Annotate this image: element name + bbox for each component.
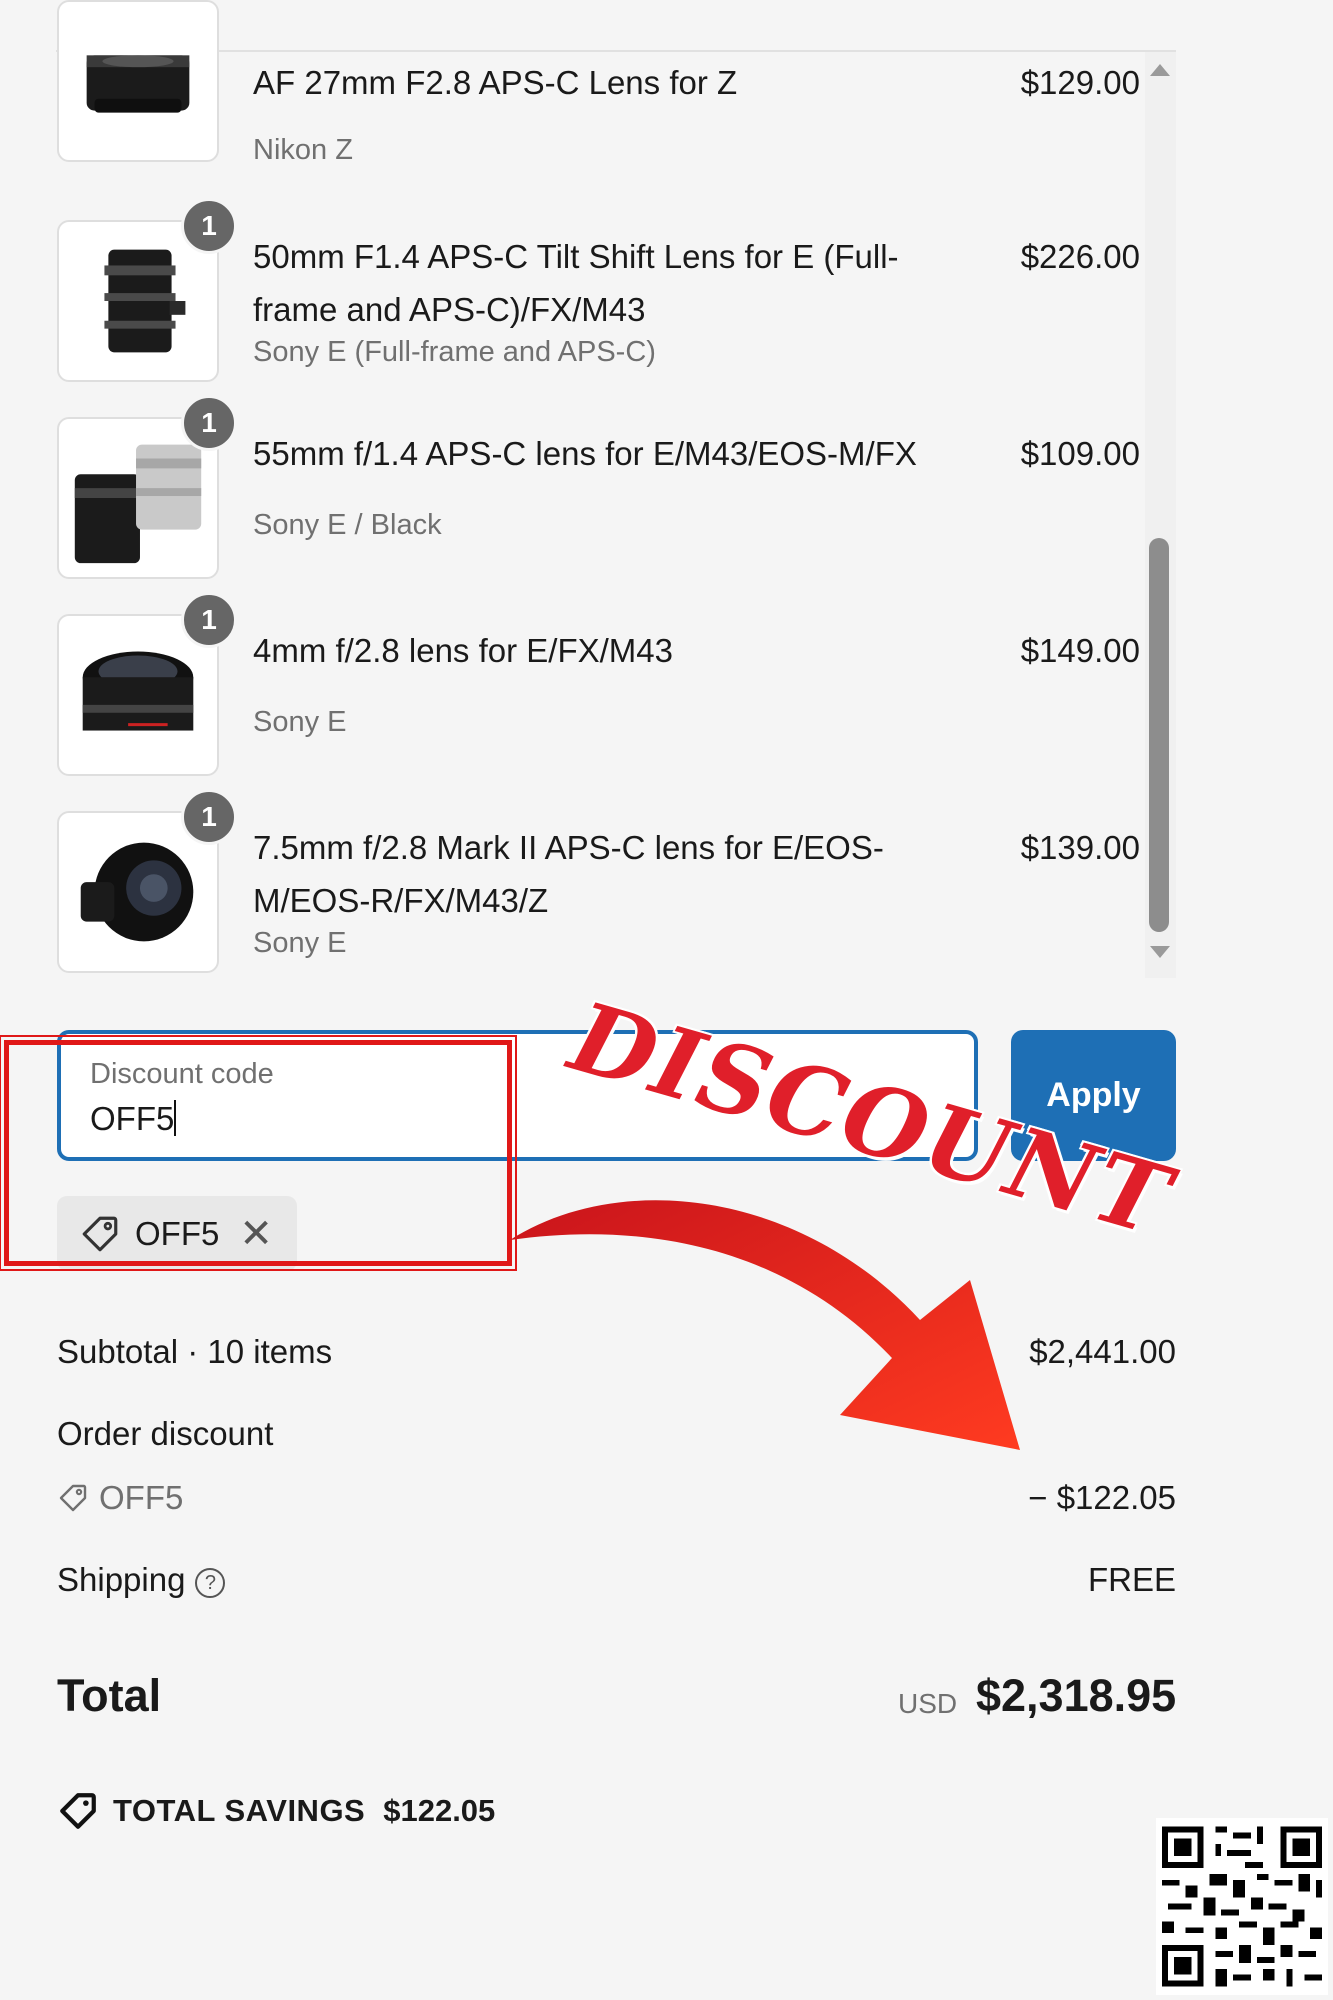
list-item: 1 4mm f/2.8 lens for E/FX/M43 Sony E $14… — [0, 592, 1176, 794]
item-variant: Sony E — [253, 927, 347, 959]
total-amount: $2,318.95 — [976, 1670, 1177, 1721]
scrollbar-thumb[interactable] — [1149, 538, 1169, 932]
shipping-label: Shipping — [57, 1561, 186, 1598]
list-item: 1 7.5mm f/2.8 Mark II APS-C lens for E/E… — [0, 789, 1176, 978]
shipping-row: Shipping? FREE — [57, 1561, 1176, 1599]
item-price: $109.00 — [1020, 435, 1140, 472]
subtotal-value: $2,441.00 — [1029, 1333, 1176, 1370]
order-discount-row: Order discount — [57, 1415, 1176, 1453]
savings-tag-icon — [60, 1793, 96, 1829]
total-label: Total — [57, 1670, 162, 1721]
order-discount-value: − $122.05 — [1028, 1479, 1176, 1516]
lens-image — [86, 55, 190, 113]
item-title: 7.5mm f/2.8 Mark II APS-C lens for E/EOS… — [253, 829, 884, 919]
item-title: 55mm f/1.4 APS-C lens for E/M43/EOS-M/FX — [253, 435, 917, 472]
product-thumbnail — [57, 0, 219, 162]
total-savings: TOTAL SAVINGS $122.05 — [57, 1790, 495, 1832]
list-item: AF 27mm F2.8 APS-C Lens for Z Nikon Z $1… — [0, 0, 1176, 200]
subtotal-row: Subtotal · 10 items $2,441.00 — [57, 1333, 1176, 1371]
quantity-badge: 1 — [181, 592, 237, 648]
list-item: 1 50mm F1.4 APS-C Tilt Shift Lens for E … — [0, 198, 1176, 400]
scroll-down-arrow-icon[interactable] — [1150, 946, 1170, 958]
help-icon[interactable]: ? — [195, 1568, 226, 1598]
highlight-box — [0, 1035, 517, 1271]
quantity-badge: 1 — [181, 198, 237, 254]
item-title: 4mm f/2.8 lens for E/FX/M43 — [253, 632, 673, 669]
item-title: AF 27mm F2.8 APS-C Lens for Z — [253, 64, 738, 101]
total-savings-label: TOTAL SAVINGS — [113, 1793, 366, 1828]
order-discount-code: OFF5 — [57, 1479, 1176, 1517]
cart-item-list[interactable]: AF 27mm F2.8 APS-C Lens for Z Nikon Z $1… — [0, 0, 1176, 978]
quantity-badge: 1 — [181, 395, 237, 451]
total-savings-amount: $122.05 — [383, 1793, 496, 1828]
list-item: 1 55mm f/1.4 APS-C lens for E/M43/EOS-M/… — [0, 395, 1176, 597]
item-title: 50mm F1.4 APS-C Tilt Shift Lens for E (F… — [253, 238, 899, 328]
qr-code — [1156, 1818, 1328, 1995]
total-currency: USD — [898, 1688, 958, 1719]
item-variant: Sony E (Full-frame and APS-C) — [253, 336, 656, 368]
quantity-badge: 1 — [181, 789, 237, 845]
scroll-up-arrow-icon[interactable] — [1150, 64, 1170, 76]
item-price: $149.00 — [1020, 632, 1140, 669]
item-price: $226.00 — [1020, 238, 1140, 275]
shipping-value: FREE — [1087, 1561, 1176, 1598]
item-price: $139.00 — [1020, 829, 1140, 866]
subtotal-label: Subtotal · 10 items — [57, 1333, 333, 1370]
item-variant: Nikon Z — [253, 134, 353, 166]
item-variant: Sony E — [253, 706, 347, 738]
order-discount-code-label: OFF5 — [99, 1479, 184, 1516]
item-variant: Sony E / Black — [253, 509, 442, 541]
order-discount-label: Order discount — [57, 1415, 274, 1452]
tag-icon — [59, 1484, 87, 1512]
order-discount-code-row: OFF5 − $122.05 — [57, 1479, 1176, 1517]
item-price: $129.00 — [1020, 64, 1140, 101]
